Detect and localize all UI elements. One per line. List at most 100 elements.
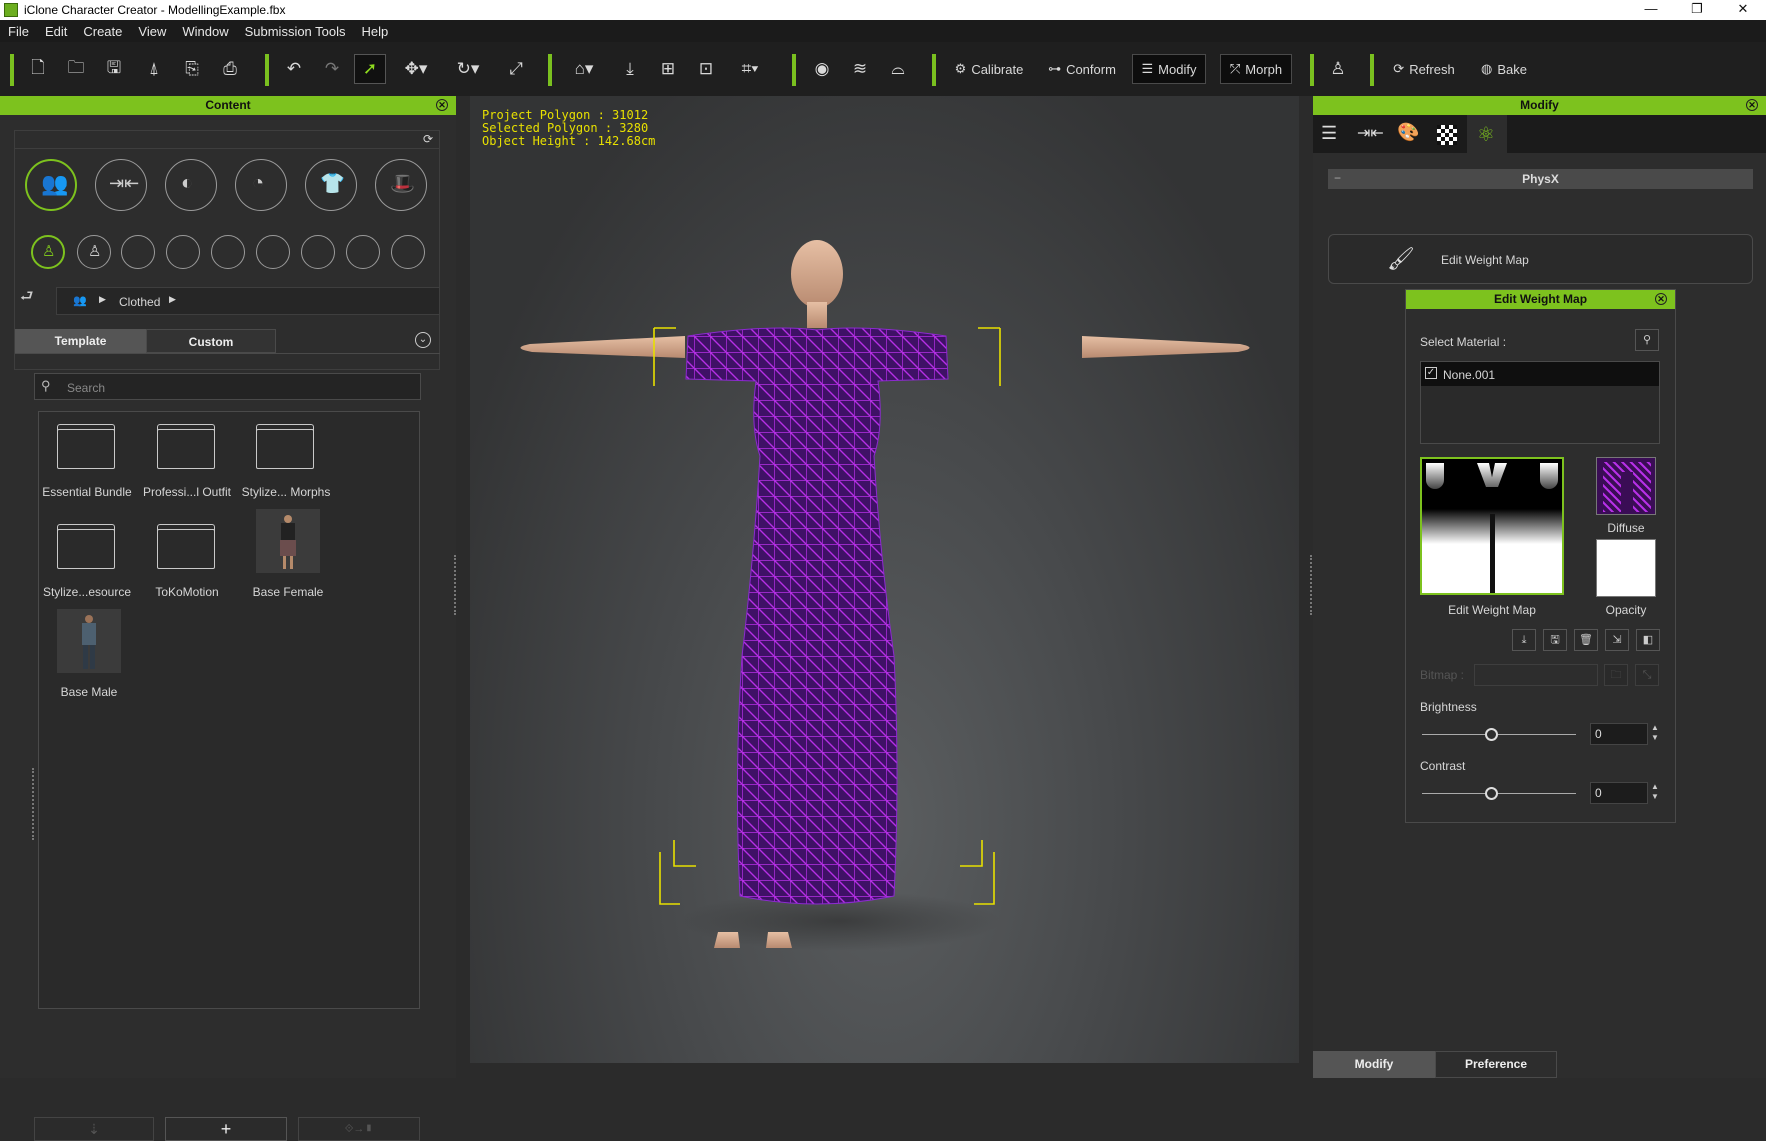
close-button[interactable]: ✕ [1720,0,1766,20]
physx-tab[interactable]: ⚛ [1467,115,1507,153]
invert-icon[interactable]: ◧ [1636,629,1660,651]
subcategory-empty-slot[interactable] [211,235,245,269]
folder-icon[interactable] [57,424,117,470]
subcategory-empty-slot[interactable] [256,235,290,269]
load-image-icon[interactable]: ⤓ [1512,629,1536,651]
contrast-slider-knob[interactable] [1485,787,1498,800]
sliders-icon[interactable]: ☰ [1321,123,1337,144]
material-checkbox[interactable]: ✓ [1425,367,1437,379]
export-settings-icon[interactable]: ⎙ [216,54,244,84]
folder-icon[interactable] [157,524,217,570]
brightness-value[interactable]: 0 [1590,723,1648,745]
download-button[interactable]: ⇣ [34,1117,154,1141]
material-row[interactable]: ✓ None.001 [1421,362,1659,386]
ground-icon[interactable]: ≋ [846,54,874,84]
add-button[interactable]: + [165,1117,287,1141]
edit-weight-map-button[interactable]: 🖌 Edit Weight Map [1328,234,1753,284]
refresh-button[interactable]: ⟳ Refresh [1386,54,1462,84]
browse-folder-icon: 🗀 [1604,664,1628,686]
menu-help[interactable]: Help [354,24,397,39]
minimize-button[interactable]: — [1628,0,1674,20]
refresh-icon[interactable]: ⟳ [423,132,433,146]
menu-file[interactable]: File [0,24,37,39]
restore-button[interactable]: ❐ [1674,0,1720,20]
subcategory-empty-slot[interactable] [391,235,425,269]
close-icon[interactable]: ✕ [436,99,448,111]
export-icon[interactable]: ⇲ [1605,629,1629,651]
subcategory-empty-slot[interactable] [166,235,200,269]
menu-window[interactable]: Window [174,24,236,39]
splitter-handle[interactable] [32,768,35,840]
menu-edit[interactable]: Edit [37,24,75,39]
scale-icon[interactable]: ⤢ [502,54,530,84]
checker-icon[interactable] [1437,125,1457,145]
export-doc-icon[interactable]: ⎘ [178,54,206,84]
new-file-icon[interactable]: 🗋 [24,54,52,84]
save-icon[interactable]: 🖫 [1543,629,1567,651]
3d-viewport[interactable]: Project Polygon : 31012 Selected Polygon… [470,96,1299,1063]
close-icon[interactable]: ✕ [1655,293,1667,305]
character-render[interactable] [470,96,1299,1063]
bake-button[interactable]: ◍ Bake [1474,54,1534,84]
floor-icon[interactable]: ⌓ [884,54,912,84]
folder-icon[interactable] [256,424,316,470]
export-character-icon[interactable]: ⍋ [140,54,168,84]
pose-icon[interactable]: ♙ [1324,54,1352,84]
palette-icon[interactable]: 🎨 [1397,122,1419,143]
diffuse-thumbnail[interactable] [1596,457,1656,515]
open-folder-icon[interactable]: 🗀 [62,54,90,84]
material-list: ✓ None.001 [1420,361,1660,444]
brightness-spinner[interactable]: ▲ ▼ [1649,723,1661,745]
splitter-handle[interactable] [454,555,457,615]
tab-custom[interactable]: Custom [146,329,276,353]
subcategory-empty-slot[interactable] [121,235,155,269]
rotate-icon[interactable]: ↻▾ [448,54,488,84]
physx-section-header[interactable]: − PhysX [1328,169,1753,189]
subcategory-empty-slot[interactable] [301,235,335,269]
calibrate-button[interactable]: ⚙ Calibrate [948,54,1030,84]
eyedropper-icon[interactable]: ⚲ [1635,329,1659,351]
frame-selected-icon[interactable]: ⊞ [654,54,682,84]
content-grid: Essential Bundle Professi...l Outfit Sty… [38,411,420,1009]
morph-slider-icon[interactable]: ⇥⇤ [1357,123,1384,143]
menu-view[interactable]: View [130,24,174,39]
close-icon[interactable]: ✕ [1746,99,1758,111]
redo-icon[interactable]: ↷ [318,54,346,84]
opacity-thumbnail[interactable] [1596,539,1656,597]
frame-object-icon[interactable]: ⊡ [692,54,720,84]
modify-button[interactable]: ☰ Modify [1132,54,1206,84]
tab-template[interactable]: Template [15,329,146,353]
undo-icon[interactable]: ↶ [280,54,308,84]
breadcrumb-item[interactable]: Clothed [119,295,160,309]
move-icon[interactable]: ✥▾ [396,54,436,84]
weight-map-thumbnail[interactable] [1420,457,1564,595]
contrast-spinner[interactable]: ▲ ▼ [1649,782,1661,804]
eye-icon[interactable]: ◉ [808,54,836,84]
folder-icon[interactable] [57,524,117,570]
tab-preference[interactable]: Preference [1435,1051,1557,1078]
folder-icon[interactable] [157,424,217,470]
fit-height-icon[interactable]: ⤓ [616,54,644,84]
back-arrow-icon[interactable]: ⮐ [20,286,34,311]
frame-all-icon[interactable]: ⌗▾ [730,54,770,84]
menu-create[interactable]: Create [75,24,130,39]
base-male-thumbnail[interactable] [57,609,121,673]
contrast-value[interactable]: 0 [1590,782,1648,804]
home-view-icon[interactable]: ⌂▾ [564,54,604,84]
brightness-slider-knob[interactable] [1485,728,1498,741]
menu-submission-tools[interactable]: Submission Tools [237,24,354,39]
delete-icon[interactable]: 🗑 [1574,629,1598,651]
right-foot [766,932,792,948]
chevron-down-icon[interactable]: ⌄ [415,332,431,348]
contrast-slider-track[interactable] [1422,793,1576,794]
base-female-thumbnail[interactable] [256,509,320,573]
subcategory-empty-slot[interactable] [346,235,380,269]
save-icon[interactable]: 🖫 [100,54,128,84]
conform-button[interactable]: ⊶ Conform [1042,54,1122,84]
morph-button[interactable]: ⤱ Morph [1220,54,1292,84]
tab-modify[interactable]: Modify [1313,1051,1435,1078]
search-input[interactable]: ⚲ Search [34,373,421,400]
apply-button[interactable]: ⟐→▮ [298,1117,420,1141]
brightness-slider-track[interactable] [1422,734,1576,735]
select-arrow-icon[interactable]: ➚ [354,54,386,84]
